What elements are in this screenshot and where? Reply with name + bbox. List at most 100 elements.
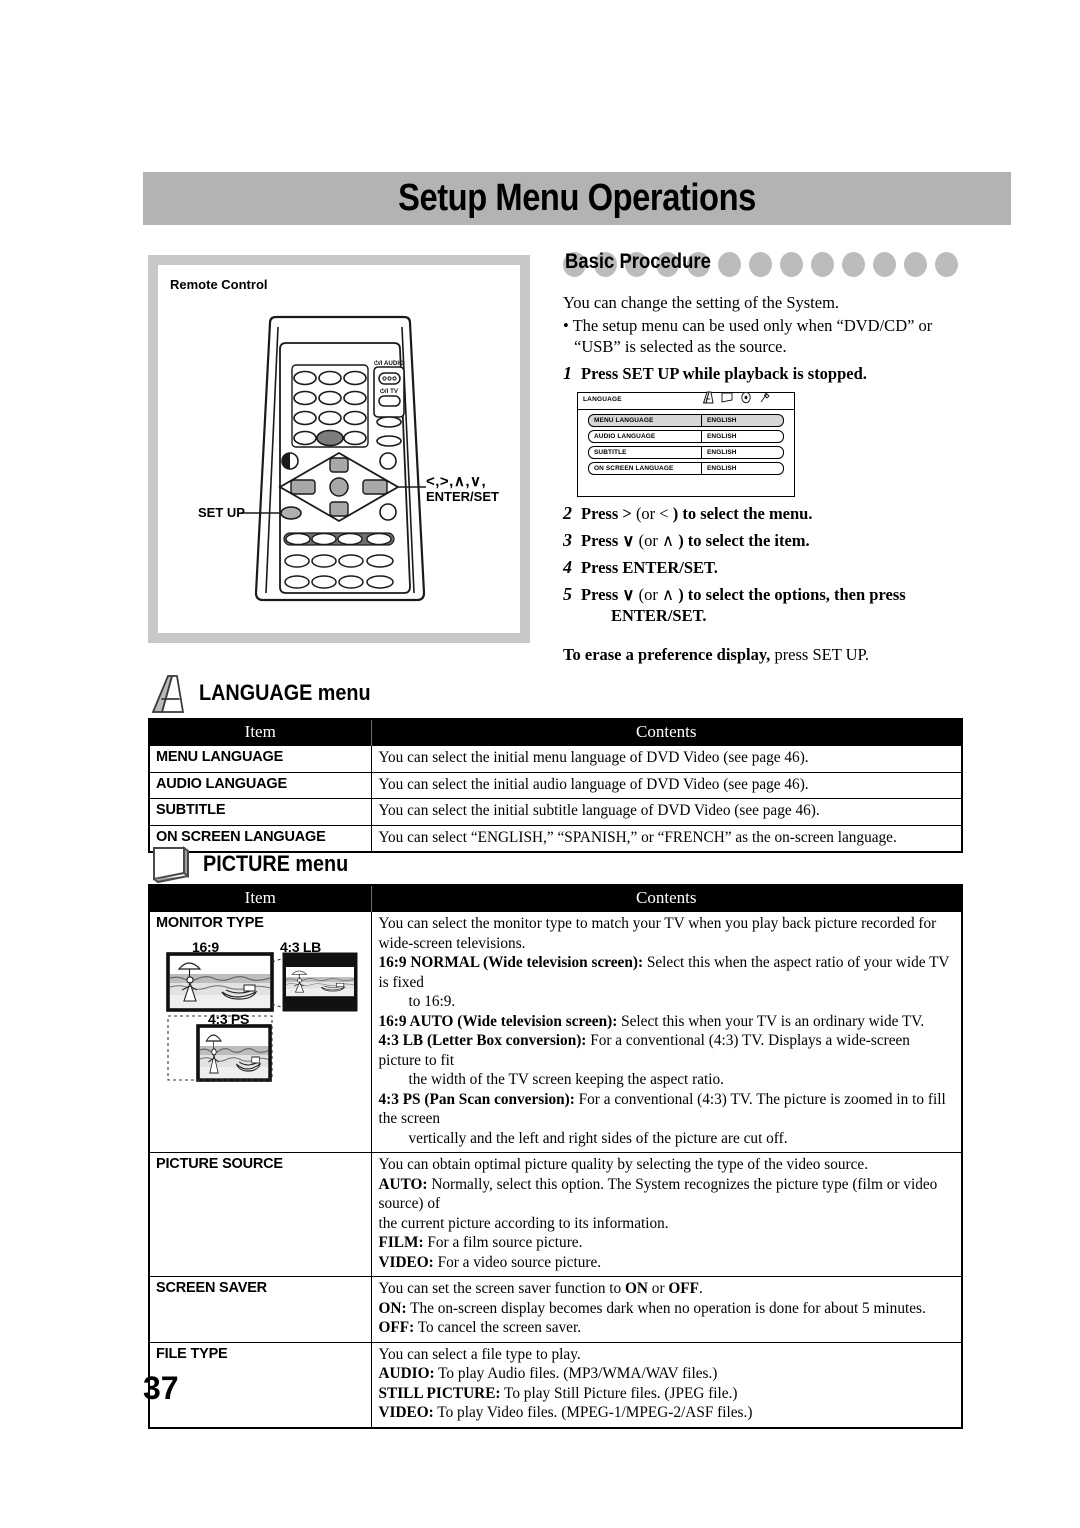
row-contents-screen-saver: You can set the screen saver function to…	[370, 1276, 963, 1343]
step-3-text-reg: (or ∧	[638, 531, 679, 550]
callout-arrow-keys: <,>,∧,∨,	[426, 473, 487, 490]
decorative-dot	[811, 252, 834, 277]
osd-row-audio-language[interactable]: AUDIO LANGUAGE ENGLISH	[588, 430, 784, 443]
step-1-text: Press SET UP while playback is stopped.	[581, 364, 867, 383]
column-header-contents: Contents	[371, 885, 962, 912]
other-wrench-icon	[760, 392, 770, 403]
basic-procedure-heading: Basic Procedure	[565, 250, 711, 273]
decorative-dot	[873, 252, 896, 277]
monitor-type-opt4-bold: 4:3 PS (Pan Scan conversion):	[378, 1090, 575, 1108]
erase-note-rest: press SET UP.	[770, 645, 870, 664]
decorative-dot	[935, 252, 958, 277]
picture-menu-table: Item Contents MONITOR TYPE 16:9 4:3 LB 4…	[148, 884, 963, 1429]
osd-row-value: ENGLISH	[707, 465, 737, 472]
row-contents-menu-language: You can select the initial menu language…	[370, 745, 963, 773]
screen-saver-on-token: ON	[625, 1280, 648, 1297]
decorative-dot	[718, 252, 741, 277]
osd-row-key: ON SCREEN LANGUAGE	[589, 463, 702, 474]
file-type-still-rest: To play Still Picture files. (JPEG file.…	[500, 1384, 738, 1402]
page-title: Setup Menu Operations	[398, 177, 756, 219]
picture-screen-icon	[153, 846, 189, 884]
osd-row-on-screen-language[interactable]: ON SCREEN LANGUAGE ENGLISH	[588, 462, 784, 475]
row-contents-file-type: You can select a file type to play. AUDI…	[370, 1341, 963, 1428]
step-4-number: 4	[563, 557, 572, 577]
step-4-text-a: Press ENTER/SET.	[581, 558, 718, 577]
table-row: SUBTITLE You can select the initial subt…	[148, 798, 963, 826]
osd-row-value: ENGLISH	[707, 449, 737, 456]
language-a-icon	[151, 675, 185, 713]
monitor-type-opt1-bold: 16:9 NORMAL (Wide television screen):	[378, 954, 644, 971]
decorative-dot	[749, 252, 772, 277]
screen-saver-on-rest: The on-screen display becomes dark when …	[406, 1299, 926, 1317]
osd-row-menu-language[interactable]: MENU LANGUAGE ENGLISH	[588, 414, 784, 427]
row-contents-picture-source: You can obtain optimal picture quality b…	[370, 1152, 963, 1277]
step-5-text-b: ) to select the options, then press	[678, 585, 906, 604]
osd-tab-title: LANGUAGE	[583, 396, 622, 403]
step-3: 3 Press ∨ (or ∧ ) to select the item.	[563, 530, 975, 551]
screen-saver-off-token: OFF	[668, 1280, 699, 1297]
picture-source-auto-rest: Normally, select this option. The System…	[378, 1175, 938, 1213]
step-3-text-a: Press ∨	[581, 531, 639, 550]
row-item-menu-language: MENU LANGUAGE	[148, 745, 372, 773]
picture-source-film-bold: FILM:	[378, 1234, 424, 1251]
language-menu-table: Item Contents MENU LANGUAGE You can sele…	[148, 718, 963, 853]
erase-preference-note: To erase a preference display, press SET…	[563, 644, 975, 665]
osd-row-subtitle[interactable]: SUBTITLE ENGLISH	[588, 446, 784, 459]
figure-caption-16-9: 16:9	[192, 938, 219, 955]
page-number: 37	[143, 1370, 179, 1406]
step-5-text-reg: (or ∧	[638, 585, 679, 604]
picture-source-auto-cont: the current picture according to its inf…	[378, 1214, 669, 1232]
osd-tab-icon-row	[701, 391, 772, 404]
osd-language-menu-mock: LANGUAGE MENU LANGUAGE ENGLISH AUDIO LAN…	[577, 391, 795, 497]
step-2-text-a: Press >	[581, 504, 636, 523]
basic-procedure-column: Basic Procedure You can change the setti…	[563, 250, 975, 665]
decorative-dot	[842, 252, 865, 277]
step-1: 1 Press SET UP while playback is stopped.	[563, 363, 975, 384]
step-2-text-reg: (or <	[635, 504, 673, 523]
monitor-type-opt3-cont: the width of the TV screen keeping the a…	[408, 1071, 724, 1088]
table-row-screen-saver: SCREEN SAVER You can set the screen save…	[148, 1276, 963, 1343]
step-3-text-b: ) to select the item.	[678, 531, 810, 550]
table-row: MENU LANGUAGE You can select the initial…	[148, 745, 963, 773]
screen-saver-intro-end: .	[698, 1280, 703, 1297]
osd-row-value: ENGLISH	[707, 433, 737, 440]
file-type-still-bold: STILL PICTURE:	[378, 1384, 501, 1402]
monitor-type-opt4-cont: vertically and the left and right sides …	[408, 1129, 788, 1147]
column-header-item: Item	[149, 885, 372, 912]
step-2-number: 2	[563, 503, 572, 523]
monitor-type-opt2-bold: 16:9 AUTO (Wide television screen):	[378, 1012, 618, 1030]
osd-row-key: MENU LANGUAGE	[589, 415, 702, 426]
file-type-video-bold: VIDEO:	[378, 1404, 434, 1421]
picture-screen-icon	[721, 392, 733, 403]
decorative-dot	[780, 252, 803, 277]
screen-saver-intro-a: You can set the screen saver function to	[378, 1280, 626, 1297]
file-type-video-rest: To play Video files. (MPEG-1/MPEG-2/ASF …	[433, 1404, 753, 1421]
row-contents-monitor-type: You can select the monitor type to match…	[370, 911, 963, 1153]
monitor-type-intro: You can select the monitor type to match…	[378, 915, 937, 952]
table-header-row: Item Contents	[149, 885, 962, 912]
svg-text:⏻/I TV: ⏻/I TV	[380, 388, 399, 395]
row-item-audio-language: AUDIO LANGUAGE	[148, 771, 372, 799]
step-2: 2 Press > (or < ) to select the menu.	[563, 503, 975, 524]
row-item-monitor-type: MONITOR TYPE	[156, 915, 264, 931]
table-header-row: Item Contents	[149, 719, 962, 746]
picture-source-video-bold: VIDEO:	[378, 1253, 434, 1271]
row-item-file-type: FILE TYPE	[148, 1341, 372, 1428]
file-type-audio-bold: AUDIO:	[378, 1365, 435, 1382]
screen-saver-or-token: or	[647, 1280, 669, 1297]
picture-section-title: PICTURE menu	[203, 851, 349, 876]
step-1-number: 1	[563, 363, 572, 383]
language-a-icon	[702, 391, 714, 404]
picture-source-auto-bold: AUTO:	[378, 1175, 428, 1193]
page-title-banner: Setup Menu Operations	[143, 172, 1011, 225]
row-contents-subtitle: You can select the initial subtitle lang…	[370, 798, 963, 826]
osd-row-key: AUDIO LANGUAGE	[589, 431, 702, 442]
audio-disc-icon	[741, 391, 751, 404]
decorative-dot	[904, 252, 927, 277]
step-2-text-b: ) to select the menu.	[672, 504, 813, 523]
remote-setup-button	[280, 506, 302, 520]
row-item-subtitle: SUBTITLE	[148, 798, 372, 826]
osd-row-list: MENU LANGUAGE ENGLISH AUDIO LANGUAGE ENG…	[588, 414, 784, 478]
figure-caption-4-3-ps: 4:3 PS	[208, 1010, 249, 1027]
erase-note-bold: To erase a preference display,	[563, 645, 771, 664]
